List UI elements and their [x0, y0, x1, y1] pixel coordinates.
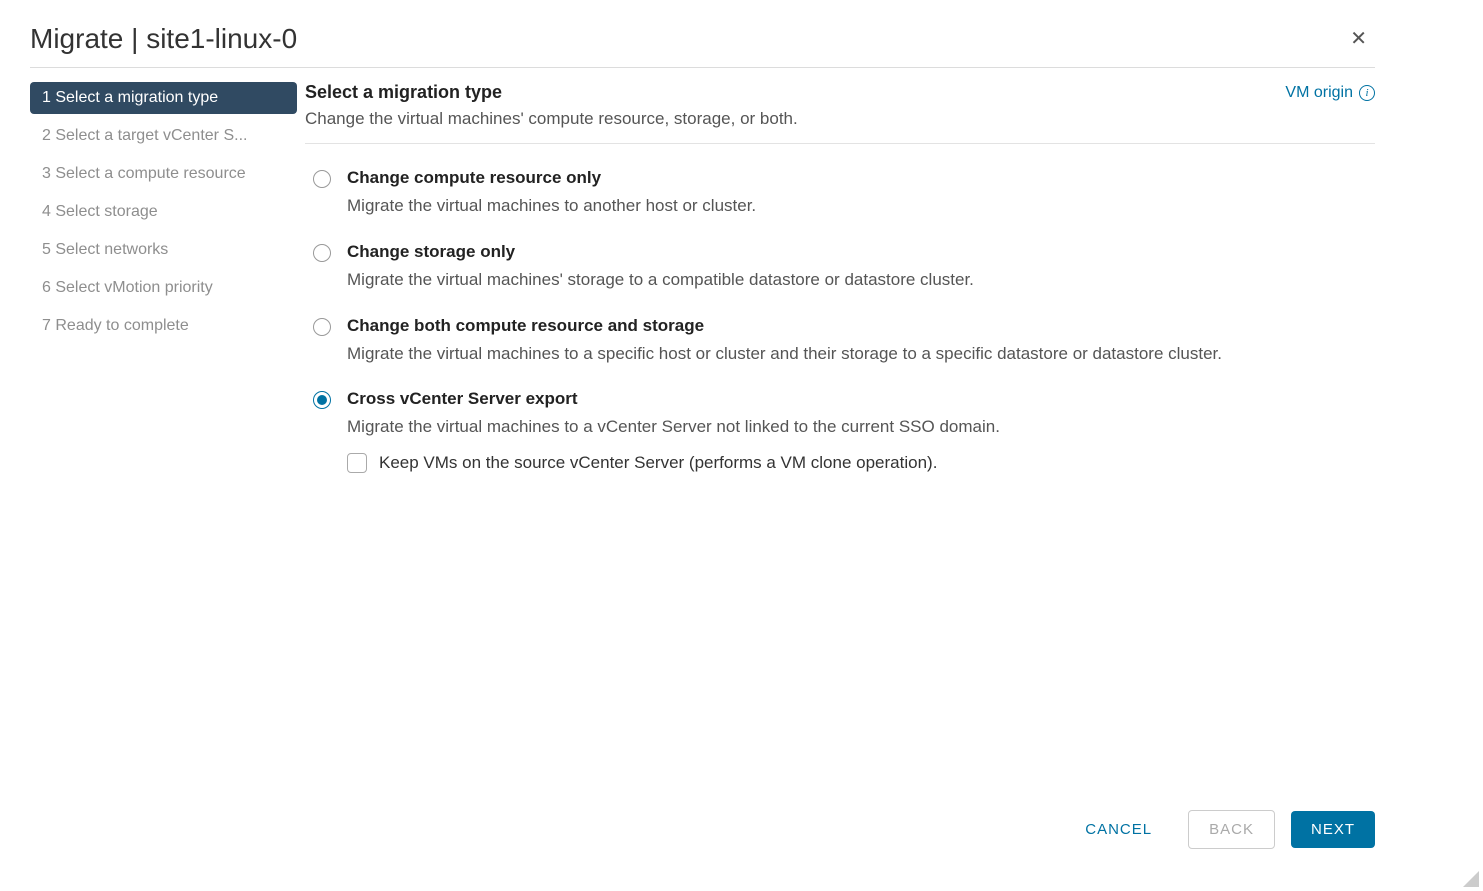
main-header: Select a migration type Change the virtu…: [305, 82, 1375, 144]
keep-vms-label: Keep VMs on the source vCenter Server (p…: [379, 453, 937, 473]
vm-origin-label: VM origin: [1285, 84, 1353, 102]
step-number: 4: [42, 203, 51, 220]
option-desc: Migrate the virtual machines to a vCente…: [347, 415, 1000, 439]
option-title: Change both compute resource and storage: [347, 316, 1222, 336]
step-number: 1: [42, 89, 51, 106]
option-storage-only: Change storage only Migrate the virtual …: [313, 242, 1375, 292]
step-4: 4 Select storage: [30, 196, 297, 228]
step-number: 3: [42, 165, 51, 182]
info-icon: i: [1359, 85, 1375, 101]
option-title: Change compute resource only: [347, 168, 756, 188]
radio-cross-vcenter[interactable]: [313, 391, 331, 409]
migrate-dialog: Migrate | site1-linux-0 ✕ 1 Select a mig…: [30, 22, 1375, 849]
step-label: Select vMotion priority: [55, 279, 212, 296]
option-desc: Migrate the virtual machines' storage to…: [347, 268, 974, 292]
step-label: Select a migration type: [55, 89, 218, 106]
radio-compute-only[interactable]: [313, 170, 331, 188]
step-1[interactable]: 1 Select a migration type: [30, 82, 297, 114]
step-5: 5 Select networks: [30, 234, 297, 266]
step-2: 2 Select a target vCenter S...: [30, 120, 297, 152]
option-title: Change storage only: [347, 242, 974, 262]
back-button: BACK: [1188, 810, 1275, 849]
page-subtitle: Change the virtual machines' compute res…: [305, 109, 798, 129]
step-3: 3 Select a compute resource: [30, 158, 297, 190]
dialog-title-bar: Migrate | site1-linux-0 ✕: [30, 22, 1375, 68]
step-number: 5: [42, 241, 51, 258]
option-both: Change both compute resource and storage…: [313, 316, 1375, 366]
option-desc: Migrate the virtual machines to another …: [347, 194, 756, 218]
option-desc: Migrate the virtual machines to a specif…: [347, 342, 1222, 366]
vm-origin-link[interactable]: VM origin i: [1285, 84, 1375, 102]
option-text: Change storage only Migrate the virtual …: [347, 242, 974, 292]
option-text: Change both compute resource and storage…: [347, 316, 1222, 366]
step-number: 7: [42, 317, 51, 334]
step-label: Select a compute resource: [55, 165, 245, 182]
option-title: Cross vCenter Server export: [347, 389, 1000, 409]
main-panel: Select a migration type Change the virtu…: [305, 82, 1375, 798]
dialog-footer: CANCEL BACK NEXT: [30, 798, 1375, 849]
radio-both[interactable]: [313, 318, 331, 336]
migration-options: Change compute resource only Migrate the…: [305, 168, 1375, 497]
option-compute-only: Change compute resource only Migrate the…: [313, 168, 1375, 218]
step-number: 6: [42, 279, 51, 296]
radio-storage-only[interactable]: [313, 244, 331, 262]
option-cross-vcenter: Cross vCenter Server export Migrate the …: [313, 389, 1375, 473]
step-label: Select networks: [55, 241, 168, 258]
step-label: Select a target vCenter S...: [55, 127, 247, 144]
page-title: Select a migration type: [305, 82, 798, 103]
step-number: 2: [42, 127, 51, 144]
main-header-text: Select a migration type Change the virtu…: [305, 82, 798, 129]
step-label: Select storage: [55, 203, 157, 220]
step-label: Ready to complete: [55, 317, 188, 334]
step-6: 6 Select vMotion priority: [30, 272, 297, 304]
resize-handle-icon[interactable]: [1463, 871, 1479, 887]
keep-vms-row: Keep VMs on the source vCenter Server (p…: [347, 453, 1000, 473]
dialog-body: 1 Select a migration type 2 Select a tar…: [30, 82, 1375, 798]
dialog-title: Migrate | site1-linux-0: [30, 23, 297, 55]
close-icon[interactable]: ✕: [1342, 22, 1375, 55]
cancel-button[interactable]: CANCEL: [1065, 811, 1172, 848]
option-text: Cross vCenter Server export Migrate the …: [347, 389, 1000, 473]
wizard-sidebar: 1 Select a migration type 2 Select a tar…: [30, 82, 305, 798]
step-7: 7 Ready to complete: [30, 310, 297, 342]
next-button[interactable]: NEXT: [1291, 811, 1375, 848]
option-text: Change compute resource only Migrate the…: [347, 168, 756, 218]
keep-vms-checkbox[interactable]: [347, 453, 367, 473]
